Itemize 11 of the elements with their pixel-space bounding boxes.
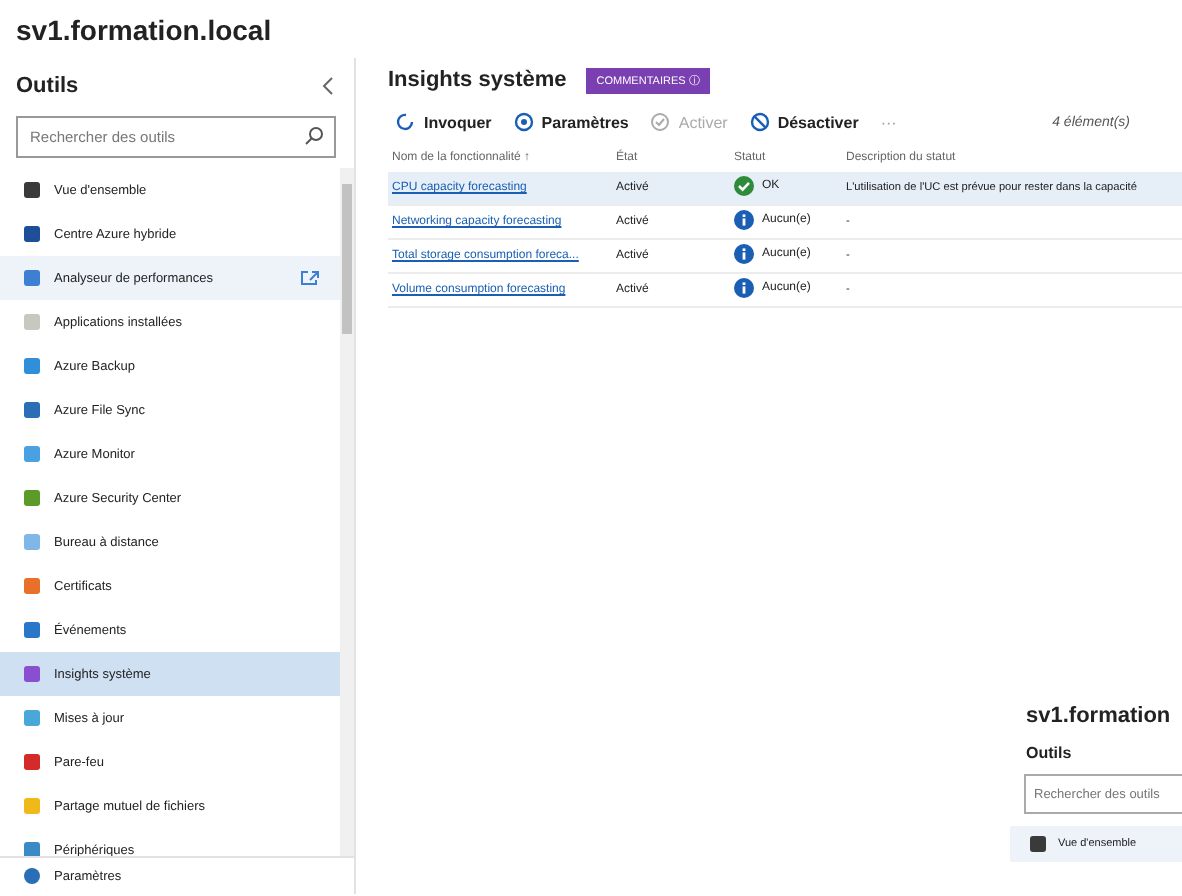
toolbar-button[interactable]: Désactiver bbox=[741, 108, 867, 136]
sidebar-title: Outils bbox=[16, 74, 79, 98]
toolbar-button[interactable]: Paramètres bbox=[505, 108, 637, 136]
scrollbar[interactable] bbox=[340, 168, 354, 856]
window-title: sv1.formation.local bbox=[14, 12, 274, 50]
sidebar-title: Outils bbox=[1024, 742, 1074, 762]
toolbar-button[interactable]: Invoquer bbox=[388, 108, 500, 136]
search-icon bbox=[304, 126, 324, 146]
page-title: Insights système bbox=[388, 68, 567, 92]
collapse-icon[interactable] bbox=[322, 76, 334, 96]
window-title: sv1.formation bbox=[1024, 702, 1173, 728]
